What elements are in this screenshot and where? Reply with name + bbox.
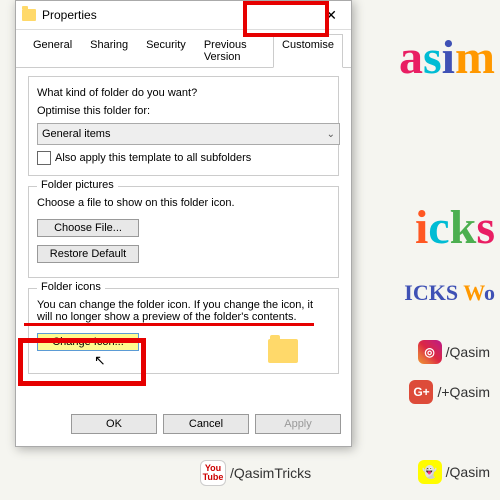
group-folder-type: What kind of folder do you want? Optimis… bbox=[28, 76, 339, 176]
apply-button[interactable]: Apply bbox=[255, 414, 341, 434]
googleplus-icon: G+ bbox=[409, 380, 433, 404]
change-icon-button[interactable]: Change Icon... bbox=[37, 333, 139, 351]
tab-content: What kind of folder do you want? Optimis… bbox=[16, 68, 351, 392]
tab-security[interactable]: Security bbox=[137, 34, 195, 67]
optimise-select[interactable]: General items ⌄ bbox=[37, 123, 340, 145]
apply-subfolders-row[interactable]: Also apply this template to all subfolde… bbox=[37, 151, 330, 165]
ok-button[interactable]: OK bbox=[71, 414, 157, 434]
background-branding: asim icks ICKS Wo ◎ /Qasim G+ /+Qasim bbox=[340, 0, 500, 500]
chevron-down-icon: ⌄ bbox=[327, 129, 335, 140]
tab-general[interactable]: General bbox=[24, 34, 81, 67]
folder-icons-text: You can change the folder icon. If you c… bbox=[37, 299, 330, 323]
youtube-handle: /QasimTricks bbox=[230, 465, 311, 481]
folder-preview-icon bbox=[268, 339, 298, 363]
brand-text-2: icks bbox=[415, 200, 495, 255]
group-folder-pictures: Folder pictures Choose a file to show on… bbox=[28, 186, 339, 278]
properties-dialog: Properties ✕ General Sharing Security Pr… bbox=[15, 0, 352, 447]
folder-type-question: What kind of folder do you want? bbox=[37, 87, 330, 99]
restore-default-button[interactable]: Restore Default bbox=[37, 245, 139, 263]
snapchat-icon: 👻 bbox=[418, 460, 442, 484]
tab-customise[interactable]: Customise bbox=[273, 34, 343, 68]
instagram-link[interactable]: ◎ /Qasim bbox=[418, 340, 490, 364]
optimise-label: Optimise this folder for: bbox=[37, 105, 330, 117]
optimise-select-value: General items bbox=[42, 128, 110, 140]
youtube-link[interactable]: YouTube /QasimTricks bbox=[200, 460, 311, 486]
folder-icons-title: Folder icons bbox=[37, 281, 105, 293]
tab-previous-versions[interactable]: Previous Version bbox=[195, 34, 273, 67]
youtube-icon: YouTube bbox=[200, 460, 226, 486]
snapchat-link[interactable]: 👻 /Qasim bbox=[418, 460, 490, 484]
instagram-handle: /Qasim bbox=[446, 344, 490, 360]
folder-icon bbox=[22, 9, 36, 21]
folder-pictures-text: Choose a file to show on this folder ico… bbox=[37, 197, 330, 209]
brand-text-3: ICKS Wo bbox=[404, 280, 495, 306]
apply-subfolders-label: Also apply this template to all subfolde… bbox=[55, 152, 251, 164]
instagram-icon: ◎ bbox=[418, 340, 442, 364]
titlebar: Properties ✕ bbox=[16, 1, 351, 30]
group-folder-icons: Folder icons You can change the folder i… bbox=[28, 288, 339, 374]
window-title: Properties bbox=[42, 8, 317, 22]
brand-text-1: asim bbox=[399, 30, 495, 85]
tab-sharing[interactable]: Sharing bbox=[81, 34, 137, 67]
tab-strip: General Sharing Security Previous Versio… bbox=[16, 30, 351, 68]
dialog-buttons: OK Cancel Apply bbox=[71, 410, 341, 438]
choose-file-button[interactable]: Choose File... bbox=[37, 219, 139, 237]
googleplus-handle: /+Qasim bbox=[437, 384, 490, 400]
folder-pictures-title: Folder pictures bbox=[37, 179, 118, 191]
close-button[interactable]: ✕ bbox=[317, 7, 345, 24]
cancel-button[interactable]: Cancel bbox=[163, 414, 249, 434]
apply-subfolders-checkbox[interactable] bbox=[37, 151, 51, 165]
googleplus-link[interactable]: G+ /+Qasim bbox=[409, 380, 490, 404]
snapchat-handle: /Qasim bbox=[446, 464, 490, 480]
